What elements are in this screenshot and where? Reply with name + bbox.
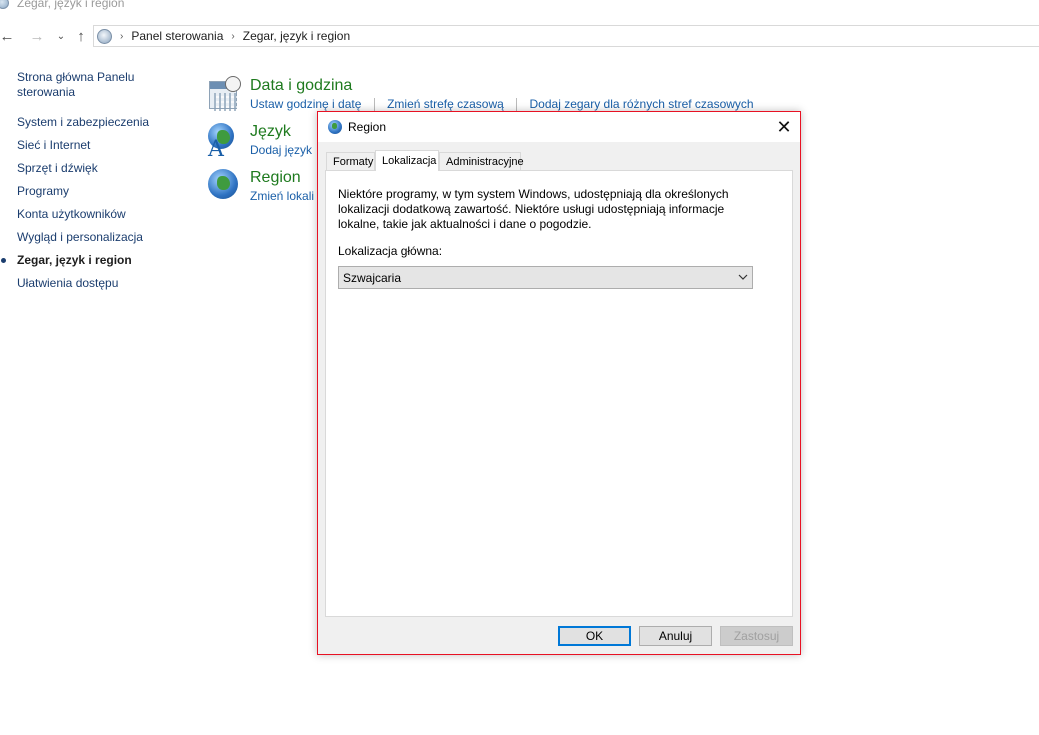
control-panel-icon <box>0 0 9 9</box>
window-title: Zegar, język i region <box>17 0 125 10</box>
link-add-language[interactable]: Dodaj język <box>250 143 312 157</box>
link-separator <box>373 98 375 112</box>
location-description: Niektóre programy, w tym system Windows,… <box>338 187 729 231</box>
dialog-title: Region <box>348 120 387 134</box>
group-language: A Język Dodaj język <box>206 123 326 162</box>
region-globe-icon <box>328 120 342 134</box>
link-change-time-zone[interactable]: Zmień strefę czasową <box>387 97 504 111</box>
cancel-button[interactable]: Anuluj <box>639 626 712 646</box>
tab-location[interactable]: Lokalizacja <box>375 150 439 171</box>
nav-network-internet[interactable]: Sieć i Internet <box>17 138 187 161</box>
nav-appearance[interactable]: Wygląd i personalizacja <box>17 230 187 253</box>
apply-button[interactable]: Zastosuj <box>720 626 793 646</box>
nav-user-accounts[interactable]: Konta użytkowników <box>17 207 187 230</box>
breadcrumb-chevron-icon[interactable]: › <box>120 31 123 42</box>
tab-administrative[interactable]: Administracyjne <box>439 152 524 171</box>
control-panel-icon <box>97 28 112 44</box>
region-dialog: Region ✕ Formaty Lokalizacja Administrac… <box>317 111 801 655</box>
link-change-location[interactable]: Zmień lokali <box>250 189 314 203</box>
chevron-down-icon[interactable] <box>737 271 749 283</box>
group-links-date-time: Ustaw godzinę i datę Zmień strefę czasow… <box>250 97 754 112</box>
control-panel-home-link[interactable]: Strona główna Panelu sterowania <box>17 70 187 100</box>
dialog-title-bar[interactable]: Region ✕ <box>318 112 800 142</box>
calendar-clock-icon[interactable] <box>209 76 241 111</box>
group-title-region[interactable]: Region <box>250 169 301 187</box>
recent-locations-chevron-icon[interactable]: ⌄ <box>52 26 70 46</box>
close-icon[interactable]: ✕ <box>768 112 800 142</box>
location-tab-panel: Niektóre programy, w tym system Windows,… <box>325 170 793 617</box>
nav-hardware-sound[interactable]: Sprzęt i dźwięk <box>17 161 187 184</box>
group-region: Region Zmień lokali <box>206 169 326 205</box>
ok-button[interactable]: OK <box>558 626 631 646</box>
breadcrumb-control-panel[interactable]: Panel sterowania <box>131 29 223 43</box>
group-title-language[interactable]: Język <box>250 123 291 141</box>
link-set-time-date[interactable]: Ustaw godzinę i datę <box>250 97 361 111</box>
group-date-time: Data i godzina Ustaw godzinę i datę Zmie… <box>206 76 754 113</box>
nav-clock-language-region[interactable]: Zegar, język i region <box>1 253 187 276</box>
home-location-value: Szwajcaria <box>343 270 402 285</box>
breadcrumb-clock-language-region[interactable]: Zegar, język i region <box>243 29 350 43</box>
group-links-language: Dodaj język <box>250 143 312 157</box>
home-location-select[interactable]: Szwajcaria <box>338 266 753 289</box>
nav-ease-of-access[interactable]: Ułatwienia dostępu <box>17 276 187 299</box>
region-globe-icon[interactable] <box>208 169 238 199</box>
back-arrow-icon[interactable]: ← <box>0 26 16 46</box>
nav-programs[interactable]: Programy <box>17 184 187 207</box>
address-bar[interactable]: › Panel sterowania › Zegar, język i regi… <box>93 25 1039 47</box>
up-arrow-icon[interactable]: ↑ <box>72 26 90 46</box>
language-letter-icon: A <box>208 137 224 162</box>
nav-system-security[interactable]: System i zabezpieczenia <box>17 115 187 138</box>
breadcrumb-chevron-icon[interactable]: › <box>231 31 234 42</box>
home-location-label: Lokalizacja główna: <box>338 244 443 258</box>
group-title-date-time[interactable]: Data i godzina <box>250 77 352 95</box>
group-links-region: Zmień lokali <box>250 189 314 203</box>
left-navigation: Strona główna Panelu sterowania System i… <box>1 70 187 299</box>
window-title-bar: Zegar, język i region <box>0 0 1039 12</box>
forward-arrow-icon[interactable]: → <box>28 26 46 46</box>
link-add-clocks[interactable]: Dodaj zegary dla różnych stref czasowych <box>530 97 754 111</box>
link-separator <box>516 98 518 112</box>
tab-formats[interactable]: Formaty <box>326 152 375 171</box>
navigation-bar: ← → ⌄ ↑ › Panel sterowania › Zegar, języ… <box>0 24 1039 48</box>
